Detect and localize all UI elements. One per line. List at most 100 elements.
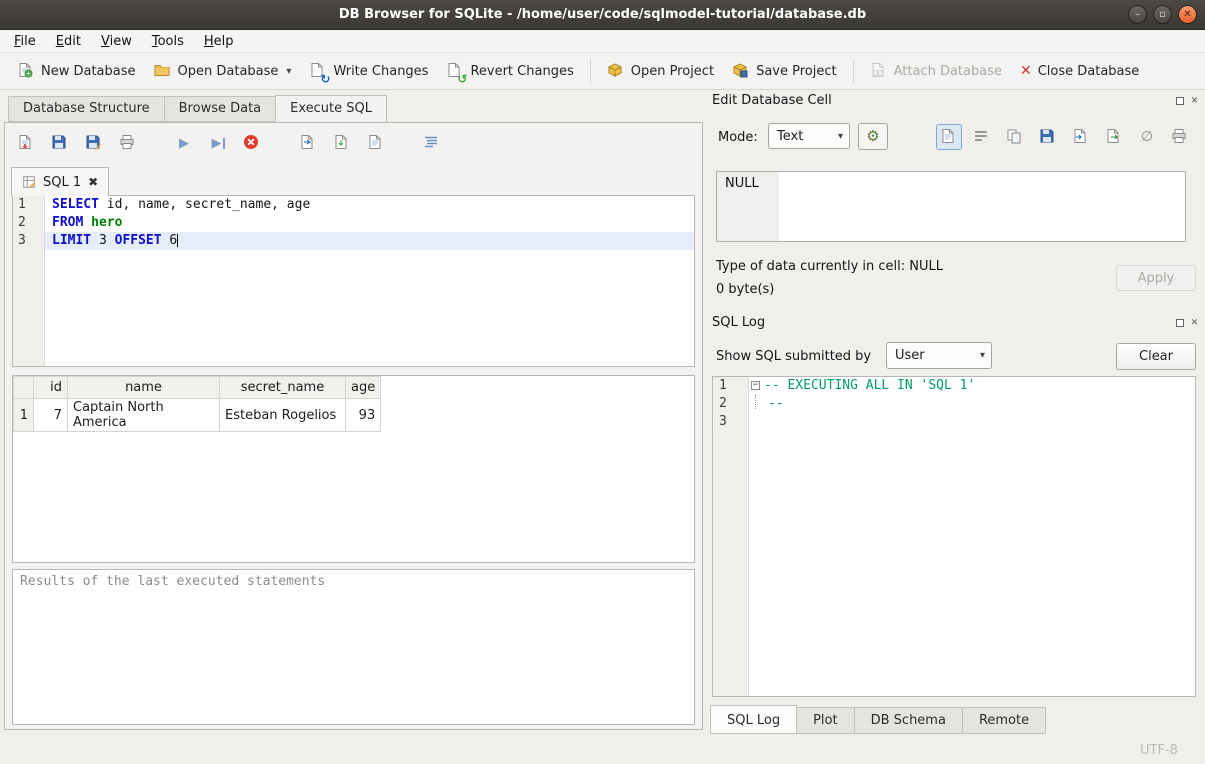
cell-size-info: 0 byte(s) — [716, 282, 774, 297]
window-title: DB Browser for SQLite - /home/user/code/… — [339, 7, 866, 22]
set-null-button[interactable]: ∅ — [1134, 124, 1160, 150]
cell-age[interactable]: 93 — [346, 399, 381, 432]
panel-close-icon[interactable]: ✕ — [1189, 95, 1200, 106]
line-number: 3 — [713, 413, 749, 431]
open-results-button[interactable] — [365, 132, 387, 154]
format-sql-button[interactable] — [421, 132, 443, 154]
attach-database-button: Attach Database — [861, 57, 1011, 85]
close-button[interactable]: ✕ — [1178, 5, 1197, 24]
cell-id[interactable]: 7 — [34, 399, 68, 432]
mode-select[interactable]: Text ▾ — [768, 123, 850, 149]
open-sql-file-icon — [17, 134, 35, 152]
panel-float-icon[interactable] — [1174, 95, 1185, 106]
text-cursor — [177, 234, 178, 247]
execute-line-bar — [223, 138, 225, 149]
panel-close-icon[interactable]: ✕ — [1189, 317, 1200, 328]
write-changes-label: Write Changes — [333, 64, 428, 79]
open-database-icon — [154, 62, 172, 80]
save-project-icon — [732, 62, 750, 80]
auto-detect-button[interactable]: ⚙ — [858, 123, 888, 150]
open-database-dropdown-icon[interactable]: ▾ — [286, 66, 291, 77]
menu-tools[interactable]: Tools — [142, 31, 194, 52]
import-data-button[interactable] — [1068, 124, 1094, 150]
fold-marker-icon[interactable]: − — [751, 381, 760, 390]
minimize-button[interactable]: – — [1128, 5, 1147, 24]
cell-name[interactable]: Captain North America — [68, 399, 220, 432]
line-number: 2 — [713, 395, 749, 413]
cell-type-info: Type of data currently in cell: NULL — [716, 259, 943, 274]
cell-value: NULL — [725, 176, 759, 191]
export-csv-button[interactable] — [297, 132, 319, 154]
copy-cell-button[interactable] — [1002, 124, 1028, 150]
write-changes-button[interactable]: ↻ Write Changes — [300, 57, 437, 85]
column-header-id[interactable]: id — [34, 377, 68, 399]
tab-browse-data[interactable]: Browse Data — [164, 96, 276, 122]
execute-line-button[interactable]: ▶ — [207, 132, 229, 154]
print-sql-button[interactable] — [117, 132, 139, 154]
menubar: File Edit View Tools Help — [0, 30, 1205, 53]
save-cell-button[interactable] — [1035, 124, 1061, 150]
word-wrap-icon — [973, 128, 991, 146]
column-header-age[interactable]: age — [346, 377, 381, 399]
line-number: 2 — [13, 214, 45, 232]
toolbar-separator — [590, 59, 591, 83]
format-sql-icon — [423, 134, 441, 152]
revert-changes-button[interactable]: ↺ Revert Changes — [437, 57, 582, 85]
open-sql-file-button[interactable] — [15, 132, 37, 154]
cell-secret-name[interactable]: Esteban Rogelios — [220, 399, 346, 432]
save-sql-as-icon — [85, 134, 103, 152]
open-database-button[interactable]: Open Database ▾ — [145, 57, 301, 85]
sql-editor-tab[interactable]: SQL 1 ✖ — [11, 167, 109, 196]
save-sql-as-button[interactable] — [83, 132, 105, 154]
stop-execution-button[interactable] — [241, 132, 263, 154]
open-project-label: Open Project — [631, 64, 714, 79]
sql-editor[interactable]: 1 SELECT id, name, secret_name, age 2 FR… — [12, 195, 695, 367]
tab-execute-sql[interactable]: Execute SQL — [275, 95, 387, 122]
print-cell-button[interactable] — [1167, 124, 1193, 150]
save-sql-file-button[interactable] — [49, 132, 71, 154]
tab-plot[interactable]: Plot — [797, 707, 855, 734]
editor-line: 1 SELECT id, name, secret_name, age — [13, 196, 694, 214]
save-project-label: Save Project — [756, 64, 837, 79]
gear-icon: ⚙ — [866, 129, 879, 144]
code-line: FROM hero — [45, 214, 694, 232]
save-project-button[interactable]: Save Project — [723, 57, 846, 85]
save-results-button[interactable] — [331, 132, 353, 154]
menu-file[interactable]: File — [4, 31, 46, 52]
code-line: LIMIT 3 OFFSET 6 — [45, 232, 694, 250]
cell-value-editor[interactable]: NULL — [716, 171, 1186, 242]
app-window: DB Browser for SQLite - /home/user/code/… — [0, 0, 1205, 764]
open-project-button[interactable]: Open Project — [598, 57, 723, 85]
tab-remote[interactable]: Remote — [963, 707, 1046, 734]
sql-log-view[interactable]: 1 − -- EXECUTING ALL IN 'SQL 1' 2 -- 3 — [712, 376, 1196, 697]
import-icon — [1072, 128, 1090, 146]
titlebar: DB Browser for SQLite - /home/user/code/… — [0, 0, 1205, 30]
menu-edit[interactable]: Edit — [46, 31, 91, 52]
tab-db-schema[interactable]: DB Schema — [855, 707, 963, 734]
open-results-icon — [367, 134, 385, 152]
panel-float-icon[interactable] — [1174, 317, 1185, 328]
write-changes-icon: ↻ — [309, 62, 327, 80]
line-number: 1 — [13, 196, 45, 214]
new-database-button[interactable]: New Database — [8, 57, 145, 85]
text-mode-button[interactable] — [936, 124, 962, 150]
results-message-pane[interactable]: Results of the last executed statements — [12, 569, 695, 725]
export-data-button[interactable] — [1101, 124, 1127, 150]
column-header-name[interactable]: name — [68, 377, 220, 399]
close-database-button[interactable]: ✕ Close Database — [1011, 59, 1148, 84]
execute-all-button[interactable]: ▶ — [173, 132, 195, 154]
menu-help[interactable]: Help — [194, 31, 244, 52]
tab-sql-log[interactable]: SQL Log — [710, 705, 797, 734]
tab-database-structure[interactable]: Database Structure — [8, 96, 164, 122]
column-header-secret-name[interactable]: secret_name — [220, 377, 346, 399]
sql-log-filter-select[interactable]: User ▾ — [886, 342, 992, 369]
sql-tab-close-icon[interactable]: ✖ — [88, 175, 98, 189]
maximize-button[interactable]: ▫ — [1153, 5, 1172, 24]
editor-line-current: 3 LIMIT 3 OFFSET 6 — [13, 232, 694, 250]
word-wrap-button[interactable] — [969, 124, 995, 150]
save-sql-file-icon — [51, 134, 69, 152]
menu-view[interactable]: View — [91, 31, 142, 52]
clear-log-button[interactable]: Clear — [1116, 343, 1196, 370]
sql-log-filter-label: Show SQL submitted by — [716, 349, 871, 364]
apply-button: Apply — [1116, 265, 1196, 291]
